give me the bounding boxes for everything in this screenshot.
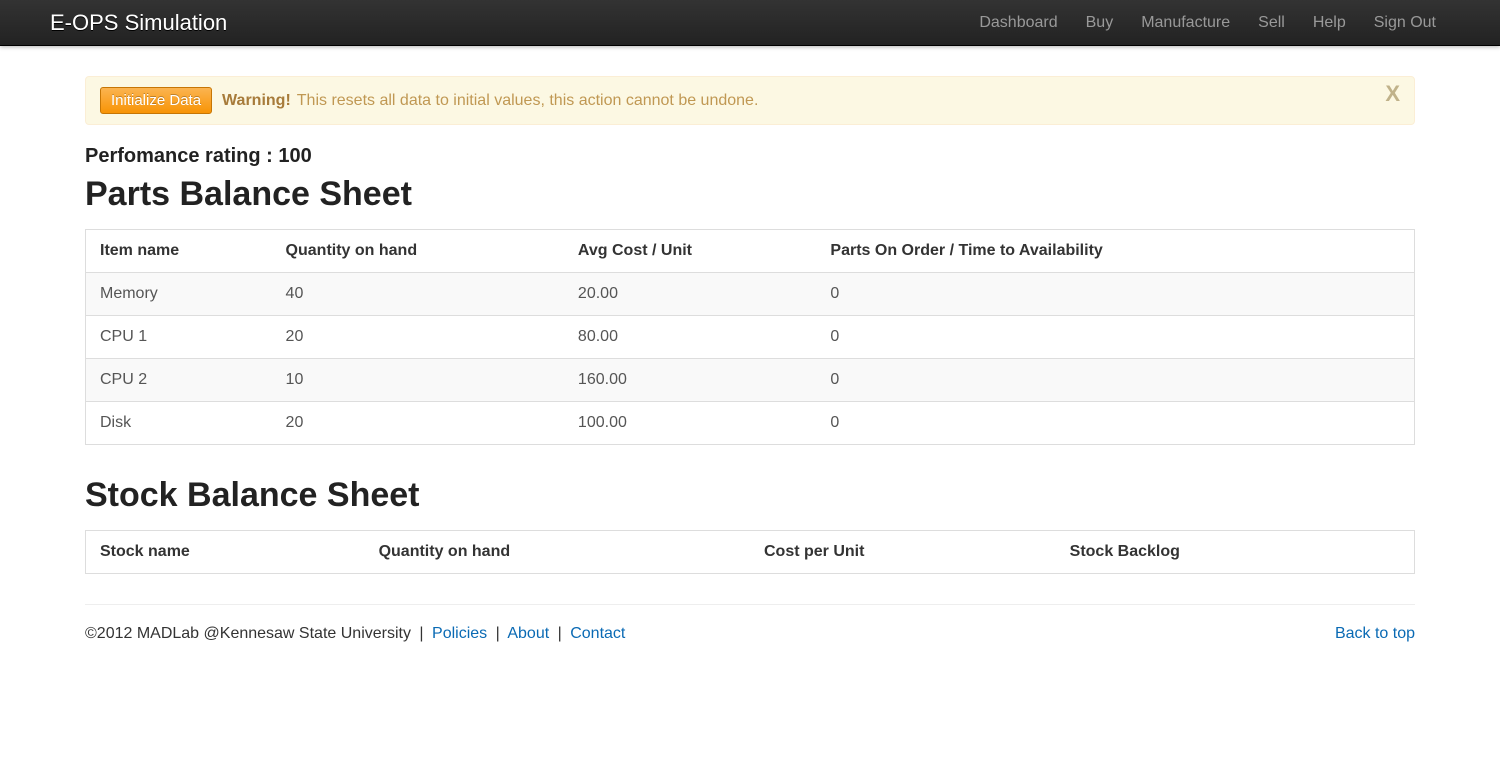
stock-title: Stock Balance Sheet [85,475,1415,516]
footer: ©2012 MADLab @Kennesaw State University … [85,625,1415,673]
footer-sep: | [558,625,562,642]
cell-cost: 160.00 [564,358,817,401]
cell-qty: 20 [272,401,564,444]
cell-name: CPU 2 [86,358,272,401]
back-to-top-link[interactable]: Back to top [1335,625,1415,643]
cell-qty: 40 [272,272,564,315]
cell-cost: 80.00 [564,315,817,358]
initialize-data-button[interactable]: Initialize Data [100,87,212,114]
footer-left: ©2012 MADLab @Kennesaw State University … [85,625,625,643]
cell-order: 0 [816,358,1414,401]
main-container: Initialize Data Warning! This resets all… [65,76,1435,673]
parts-col-order: Parts On Order / Time to Availability [816,229,1414,272]
parts-col-cost: Avg Cost / Unit [564,229,817,272]
cell-order: 0 [816,401,1414,444]
parts-title: Parts Balance Sheet [85,174,1415,215]
nav-dashboard[interactable]: Dashboard [965,1,1071,45]
footer-divider [85,604,1415,605]
parts-col-name: Item name [86,229,272,272]
cell-order: 0 [816,315,1414,358]
cell-qty: 10 [272,358,564,401]
app-brand: E-OPS Simulation [20,0,247,46]
performance-value: 100 [278,145,311,167]
close-icon[interactable]: X [1385,83,1400,105]
cell-order: 0 [816,272,1414,315]
performance-label: Perfomance rating : [85,145,278,167]
footer-policies-link[interactable]: Policies [432,625,487,642]
table-row: Disk 20 100.00 0 [86,401,1415,444]
warning-alert: Initialize Data Warning! This resets all… [85,76,1415,125]
nav-help[interactable]: Help [1299,1,1360,45]
cell-cost: 20.00 [564,272,817,315]
nav-buy[interactable]: Buy [1072,1,1128,45]
footer-about-link[interactable]: About [507,625,549,642]
navbar-nav: Dashboard Buy Manufacture Sell Help Sign… [965,1,1480,45]
nav-manufacture[interactable]: Manufacture [1127,1,1244,45]
cell-name: Disk [86,401,272,444]
parts-table: Item name Quantity on hand Avg Cost / Un… [85,229,1415,445]
nav-signout[interactable]: Sign Out [1360,1,1450,45]
stock-col-cost: Cost per Unit [750,530,1056,573]
cell-cost: 100.00 [564,401,817,444]
nav-sell[interactable]: Sell [1244,1,1299,45]
footer-contact-link[interactable]: Contact [570,625,625,642]
footer-sep: | [419,625,423,642]
stock-header-row: Stock name Quantity on hand Cost per Uni… [86,530,1415,573]
alert-text: This resets all data to initial values, … [297,92,759,110]
stock-col-qty: Quantity on hand [365,530,750,573]
table-row: Memory 40 20.00 0 [86,272,1415,315]
table-row: CPU 2 10 160.00 0 [86,358,1415,401]
alert-strong: Warning! [222,92,291,110]
cell-qty: 20 [272,315,564,358]
stock-col-name: Stock name [86,530,365,573]
stock-table: Stock name Quantity on hand Cost per Uni… [85,530,1415,574]
parts-header-row: Item name Quantity on hand Avg Cost / Un… [86,229,1415,272]
cell-name: CPU 1 [86,315,272,358]
parts-col-qty: Quantity on hand [272,229,564,272]
footer-copyright: ©2012 MADLab @Kennesaw State University [85,625,411,642]
cell-name: Memory [86,272,272,315]
footer-sep: | [496,625,500,642]
performance-rating: Perfomance rating : 100 [85,145,1415,168]
table-row: CPU 1 20 80.00 0 [86,315,1415,358]
navbar: E-OPS Simulation Dashboard Buy Manufactu… [0,0,1500,46]
stock-col-backlog: Stock Backlog [1056,530,1415,573]
